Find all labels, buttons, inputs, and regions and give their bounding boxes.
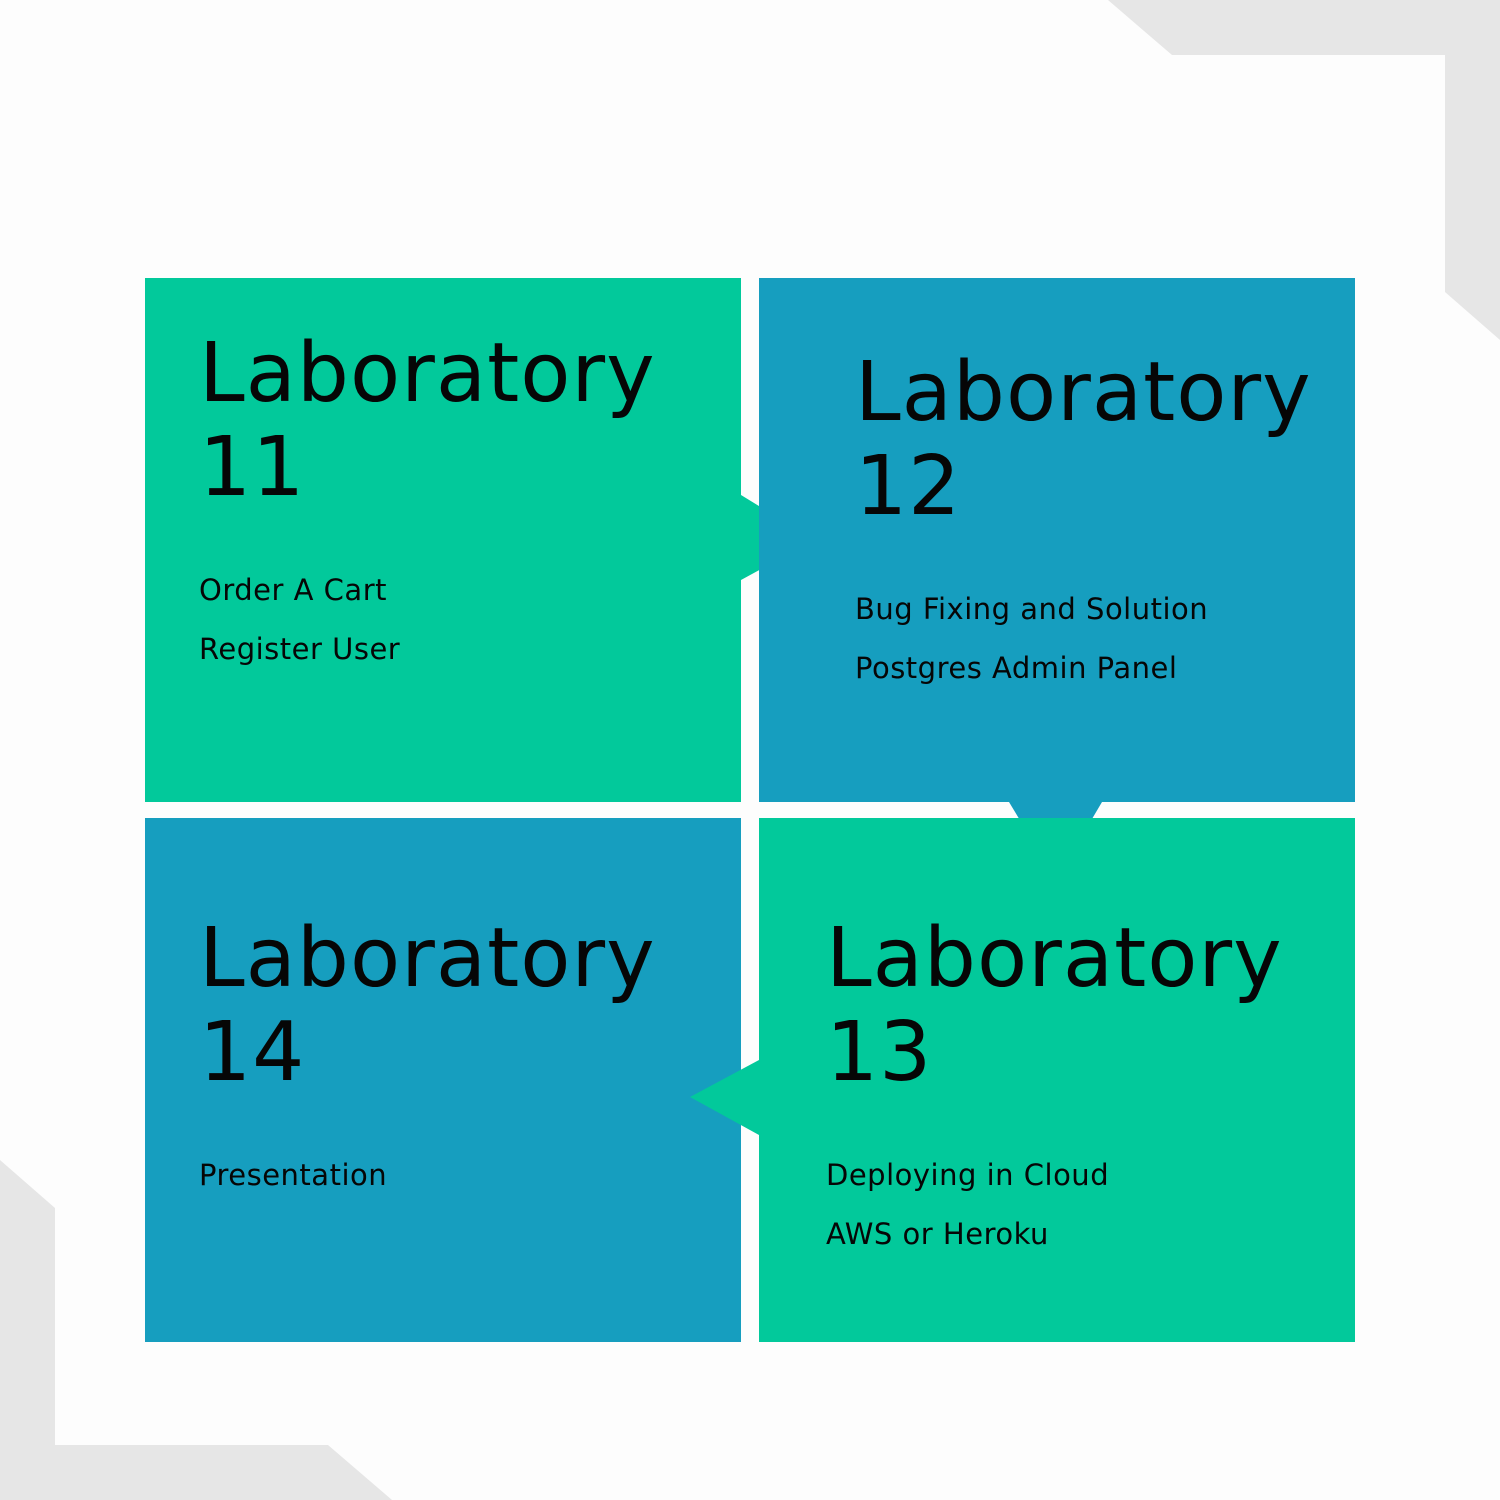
background-graphic	[0, 0, 1500, 1500]
lab13-card: Laboratory 13 Deploying in Cloud AWS or …	[826, 912, 1283, 1264]
lab12-card: Laboratory 12 Bug Fixing and Solution Po…	[855, 346, 1312, 698]
lab11-title: Laboratory	[199, 326, 656, 421]
lab14-card: Laboratory 14 Presentation	[199, 912, 656, 1205]
lab11-item: Order A Cart	[199, 573, 388, 607]
lab12-title: Laboratory	[855, 345, 1312, 440]
lab13-number: 13	[826, 1005, 933, 1100]
lab11-number: 11	[199, 420, 306, 515]
lab11-items: Order A Cart Register User	[199, 561, 656, 679]
lab12-item: Bug Fixing and Solution	[855, 592, 1209, 626]
lab14-number: 14	[199, 1005, 306, 1100]
lab13-item: AWS or Heroku	[826, 1217, 1049, 1251]
lab12-item: Postgres Admin Panel	[855, 651, 1178, 685]
lab11-item: Register User	[199, 632, 401, 666]
lab13-title: Laboratory	[826, 911, 1283, 1006]
lab13-item: Deploying in Cloud	[826, 1158, 1110, 1192]
lab14-item: Presentation	[199, 1158, 388, 1192]
lab12-items: Bug Fixing and Solution Postgres Admin P…	[855, 580, 1312, 698]
lab14-title: Laboratory	[199, 911, 656, 1006]
lab11-card: Laboratory 11 Order A Cart Register User	[199, 327, 656, 679]
lab13-items: Deploying in Cloud AWS or Heroku	[826, 1146, 1283, 1264]
lab12-number: 12	[855, 439, 962, 534]
lab14-items: Presentation	[199, 1146, 656, 1205]
